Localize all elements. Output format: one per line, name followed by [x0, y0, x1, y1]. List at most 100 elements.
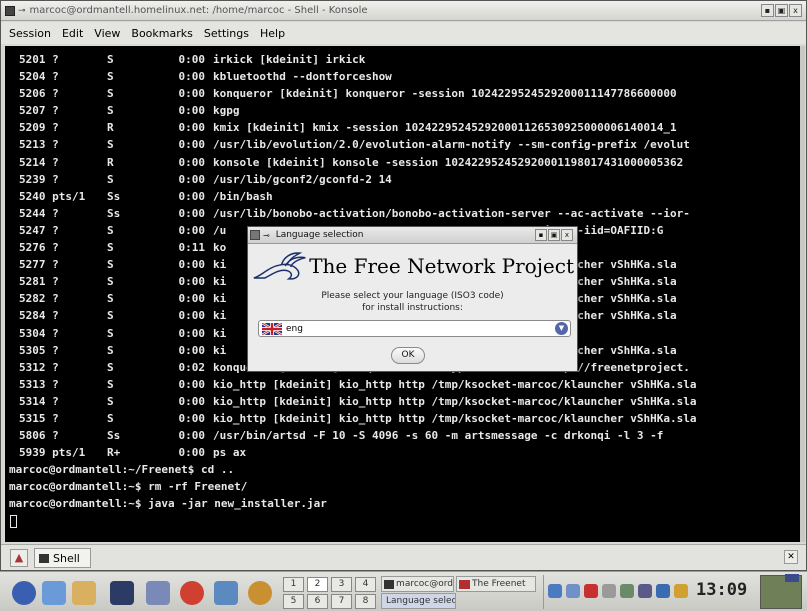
banner-title: The Free Network Project [309, 254, 574, 278]
clock[interactable]: 13:09 [696, 580, 747, 600]
java-icon[interactable] [250, 230, 260, 240]
process-pid: 5277 ? [19, 258, 59, 272]
close-button[interactable]: x [789, 4, 802, 17]
process-row: 5213 ? S 0:00/usr/lib/evolution/2.0/evolut… [5, 136, 800, 153]
network-icon[interactable] [548, 584, 562, 598]
bluetooth-icon[interactable] [584, 584, 598, 598]
desktop-5[interactable]: 5 [283, 594, 304, 609]
desktop-8[interactable]: 8 [355, 594, 376, 609]
tab-shell[interactable]: Shell [34, 548, 91, 568]
process-command: ko [213, 241, 227, 255]
menu-view[interactable]: View [94, 27, 120, 40]
process-pid: 5305 ? [19, 343, 59, 357]
process-time: 0:00 [178, 138, 206, 152]
show-desktop-icon[interactable] [785, 574, 799, 582]
task-language-selection[interactable]: Language selec [381, 593, 456, 609]
desktop-7[interactable]: 7 [331, 594, 352, 609]
process-pid: 5281 ? [19, 275, 59, 289]
browser-icon[interactable] [72, 581, 96, 605]
star-icon[interactable] [180, 581, 204, 605]
process-command: ps ax [213, 446, 247, 460]
process-stat: S [107, 275, 114, 289]
process-time: 0:00 [178, 104, 206, 118]
dialog-close-button[interactable]: x [561, 229, 573, 241]
notification-icon[interactable] [674, 584, 688, 598]
display-icon[interactable] [566, 584, 580, 598]
kmix-icon[interactable] [638, 584, 652, 598]
clipboard-icon[interactable] [602, 584, 616, 598]
desktop-1[interactable]: 1 [283, 577, 304, 592]
process-command: /usr/lib/bonobo-activation/bonobo-activa… [213, 206, 690, 220]
process-time: 0:00 [178, 206, 206, 220]
home-icon[interactable] [42, 581, 66, 605]
process-stat: S [107, 394, 114, 408]
menu-bookmarks[interactable]: Bookmarks [131, 27, 192, 40]
task-konsole[interactable]: marcoc@ord [381, 576, 454, 592]
process-command: konsole [kdeinit] konsole -session 10242… [213, 155, 684, 169]
media-icon[interactable] [248, 581, 272, 605]
dialog-title-bar[interactable]: ⊸ Language selection ▪ ▣ x [248, 227, 577, 244]
users-icon[interactable] [214, 581, 238, 605]
desktop-2[interactable]: 2 [307, 577, 328, 592]
process-pid: 5806 ? [19, 429, 59, 443]
dialog-maximize-button[interactable]: ▣ [548, 229, 560, 241]
menu-session[interactable]: Session [9, 27, 51, 40]
process-stat: S [107, 241, 114, 255]
task-freenet[interactable]: The Freenet [456, 576, 536, 592]
process-row: 5201 ? S 0:00 irkick [kdeinit] irkick [5, 51, 800, 68]
process-time: 0:00 [178, 121, 206, 135]
process-row: 5239 ? S 0:00/usr/lib/gconf2/gconfd-2 14 [5, 171, 800, 188]
close-session-icon[interactable]: ✕ [784, 550, 798, 564]
selected-language: eng [286, 323, 303, 334]
process-stat: S [107, 223, 114, 237]
terminal-launcher-icon[interactable] [110, 581, 134, 605]
pin-icon[interactable]: ⊸ [18, 6, 26, 16]
desktop-pager: 1 2 3 4 5 6 7 8 [283, 575, 379, 610]
desktop-6[interactable]: 6 [307, 594, 328, 609]
process-time: 0:00 [178, 394, 206, 408]
prompt-line: marcoc@ordmantell:~$ rm -rf Freenet/ [9, 480, 248, 494]
menu-settings[interactable]: Settings [204, 27, 249, 40]
terminal-cursor [10, 514, 17, 528]
maximize-button[interactable]: ▣ [775, 4, 788, 17]
process-stat: S [107, 360, 114, 374]
process-row: 5313 ? S 0:00 kio_http [kdeinit] kio_http h… [5, 376, 800, 393]
pin-icon[interactable]: ⊸ [263, 231, 270, 240]
language-dropdown[interactable]: eng ▼ [258, 320, 571, 337]
process-time: 0:00 [178, 292, 206, 306]
process-pid: 5207 ? [19, 104, 59, 118]
volume-icon[interactable] [656, 584, 670, 598]
minimize-button[interactable]: ▪ [761, 4, 774, 17]
kde-panel: 1 2 3 4 5 6 7 8 marcoc@ord The Freenet L… [0, 571, 807, 611]
process-time: 0:00 [178, 53, 206, 66]
new-session-icon[interactable]: ▲ [10, 549, 28, 567]
task-label: The Freenet [472, 579, 526, 589]
process-command: kio_http [kdeinit] kio_http http /tmp/ks… [213, 394, 697, 408]
konsole-title-bar[interactable]: ⊸ marcoc@ordmantell.homelinux.net: /home… [1, 1, 806, 21]
menu-edit[interactable]: Edit [62, 27, 83, 40]
process-command: /usr/bin/artsd -F 10 -S 4096 -s 60 -m ar… [213, 429, 664, 443]
process-stat: R [107, 155, 114, 169]
process-command: /usr/lib/gconf2/gconfd-2 14 [213, 172, 392, 186]
window-title: marcoc@ordmantell.homelinux.net: /home/m… [29, 5, 368, 16]
desktop-3[interactable]: 3 [331, 577, 352, 592]
process-row: 5240 pts/1 Ss 0:00/bin/bash [5, 188, 800, 205]
terminal-scrollbar[interactable] [800, 46, 805, 542]
ok-button[interactable]: OK [391, 347, 425, 364]
menu-help[interactable]: Help [260, 27, 285, 40]
process-row: 5244 ? Ss 0:00/usr/lib/bonobo-activation/b… [5, 205, 800, 222]
window-menu-icon[interactable] [5, 5, 15, 16]
process-stat: Ss [107, 189, 121, 203]
process-pid: 5314 ? [19, 394, 59, 408]
dialog-minimize-button[interactable]: ▪ [535, 229, 547, 241]
process-stat: S [107, 53, 114, 66]
chevron-down-icon[interactable]: ▼ [555, 322, 568, 335]
process-pid: 5213 ? [19, 138, 59, 152]
desktop-4[interactable]: 4 [355, 577, 376, 592]
process-time: 0:00 [178, 258, 206, 272]
kde-menu-icon[interactable] [12, 581, 36, 605]
process-pid: 5206 ? [19, 87, 59, 101]
lock-icon[interactable] [620, 584, 634, 598]
process-stat: S [107, 411, 114, 425]
mail-icon[interactable] [146, 581, 170, 605]
